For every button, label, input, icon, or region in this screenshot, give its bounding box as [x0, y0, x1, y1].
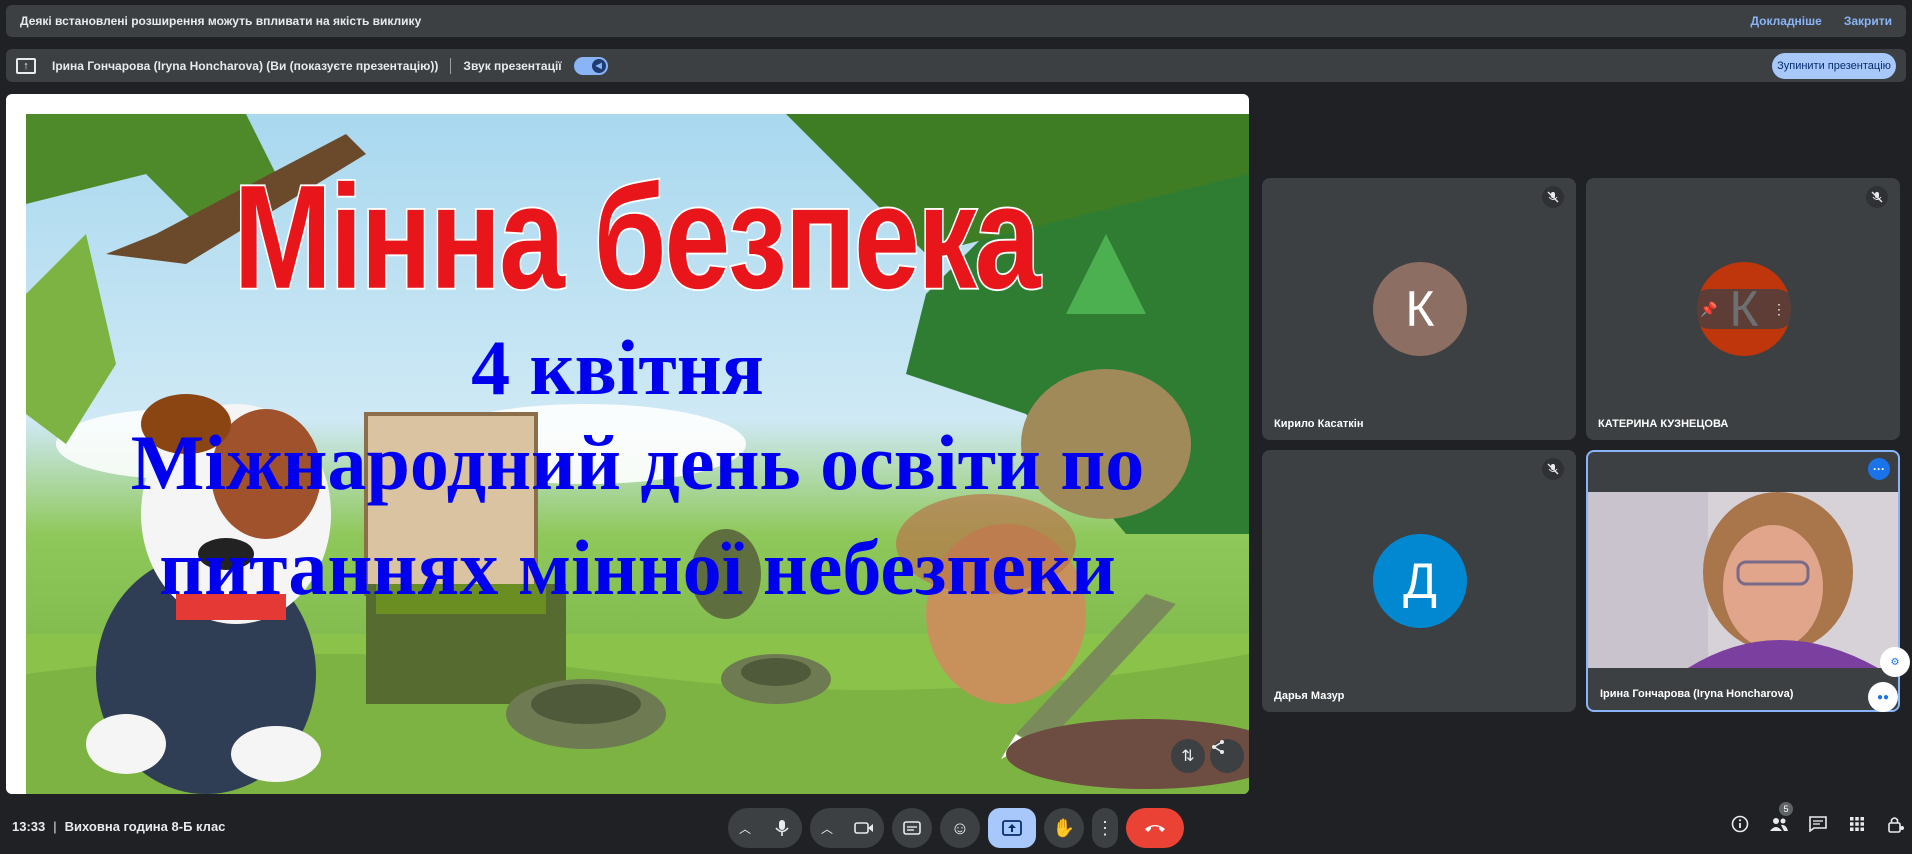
captions-button[interactable]: [892, 808, 932, 848]
avatar: К: [1373, 262, 1467, 356]
apps-grid-icon: [1850, 817, 1864, 831]
more-options-icon[interactable]: ⋮: [1772, 301, 1786, 318]
host-controls-button[interactable]: [1886, 814, 1906, 834]
meeting-info: 13:33 | Виховна година 8-Б клас: [12, 819, 225, 834]
camera-icon: [854, 822, 873, 834]
camera-button[interactable]: [844, 808, 884, 848]
meeting-title: Виховна година 8-Б клас: [64, 819, 226, 834]
camera-control-group: ︿: [810, 808, 884, 848]
reactions-button[interactable]: ☺: [940, 808, 980, 848]
participant-tile[interactable]: К 📌 ⋮ КАТЕРИНА КУЗНЕЦОВА: [1586, 178, 1900, 440]
presentation-sound-label: Звук презентації: [463, 58, 562, 73]
divider: [450, 57, 452, 74]
video-options-chevron[interactable]: ︿: [810, 820, 844, 837]
participant-name: КАТЕРИНА КУЗНЕЦОВА: [1598, 418, 1729, 430]
hang-up-icon: [1145, 825, 1165, 832]
participants-count-badge: 5: [1779, 802, 1793, 816]
mic-off-icon: [1542, 458, 1564, 480]
participant-tile-self[interactable]: ··· Ірина Гончарова (Iryna Honcharova): [1586, 450, 1900, 712]
speaker-icon: ◀: [591, 58, 606, 73]
participant-name: Кирило Касаткін: [1274, 418, 1364, 430]
audio-options-chevron[interactable]: ︿: [728, 820, 762, 837]
emoji-icon: ☺: [950, 817, 970, 838]
extension-chip[interactable]: ⚙: [1880, 647, 1910, 677]
current-time: 13:33: [12, 819, 46, 834]
more-vert-icon: ⋮: [1096, 817, 1114, 838]
slide-subtitle-line-1: Міжнародний день освіти по: [130, 419, 1145, 506]
avatar: Д: [1373, 534, 1467, 628]
more-options-button[interactable]: ⋮: [1092, 808, 1118, 848]
present-now-button[interactable]: [988, 808, 1036, 848]
call-controls: ︿ ︿ ☺ ✋ ⋮: [728, 808, 1184, 848]
side-panel-controls: 5: [1730, 802, 1906, 834]
tile-hover-controls: 📌 ⋮: [1690, 289, 1796, 329]
people-button[interactable]: 5: [1769, 802, 1793, 834]
self-video: [1588, 492, 1898, 668]
share-icon: [1212, 740, 1224, 754]
mic-off-icon: [1542, 186, 1564, 208]
participant-name: Ірина Гончарова (Iryna Honcharova): [1600, 688, 1794, 700]
raise-hand-button[interactable]: ✋: [1044, 808, 1084, 848]
mic-off-icon: [1866, 186, 1888, 208]
details-link[interactable]: Докладніше: [1750, 14, 1821, 28]
captions-icon: [903, 821, 921, 835]
extension-chip-2[interactable]: ●●: [1868, 682, 1898, 712]
bottom-toolbar: 13:33 | Виховна година 8-Б клас ︿ ︿ ☺ ✋ …: [0, 802, 1912, 854]
chat-button[interactable]: [1808, 814, 1828, 834]
meet-window: Деякі встановлені розширення можуть впли…: [0, 0, 1912, 854]
lock-person-icon: [1888, 817, 1904, 833]
presentation-slide: Мінна безпека 4 квітня Міжнародний день …: [26, 114, 1249, 794]
swap-layout-button[interactable]: ⇅: [1171, 739, 1205, 773]
people-icon: [1770, 818, 1788, 831]
presenting-bar: ↑ Ірина Гончарова (Iryna Honcharova) (Ви…: [6, 49, 1906, 82]
more-options-icon[interactable]: ···: [1868, 458, 1890, 480]
hand-icon: ✋: [1052, 817, 1076, 838]
presenter-label: Ірина Гончарова (Iryna Honcharova) (Ви (…: [52, 58, 439, 73]
stop-presenting-button[interactable]: Зупинити презентацію: [1772, 52, 1896, 79]
share-button[interactable]: [1210, 739, 1244, 773]
info-icon: [1731, 815, 1749, 833]
warning-message: Деякі встановлені розширення можуть впли…: [20, 14, 422, 28]
microphone-icon: [775, 820, 789, 836]
mic-control-group: ︿: [728, 808, 802, 848]
leave-call-button[interactable]: [1126, 808, 1184, 848]
participant-tile[interactable]: К Кирило Касаткін: [1262, 178, 1576, 440]
microphone-button[interactable]: [762, 808, 802, 848]
chat-icon: [1809, 816, 1827, 832]
divider: |: [53, 819, 57, 834]
present-screen-icon: [1002, 820, 1022, 836]
activities-button[interactable]: [1847, 814, 1867, 834]
participant-name: Дарья Мазур: [1274, 690, 1345, 702]
slide-title: Мінна безпека: [232, 155, 1042, 321]
slide-date: 4 квітня: [471, 324, 764, 411]
meeting-details-button[interactable]: [1730, 814, 1750, 834]
presentation-sound-toggle[interactable]: ◀: [573, 56, 608, 75]
presentation-area: Мінна безпека 4 квітня Міжнародний день …: [6, 94, 1249, 794]
participant-tile[interactable]: Д Дарья Мазур: [1262, 450, 1576, 712]
close-warning-link[interactable]: Закрити: [1844, 14, 1892, 28]
present-screen-icon: ↑: [16, 57, 36, 74]
extension-warning-bar: Деякі встановлені розширення можуть впли…: [6, 5, 1906, 37]
pin-icon[interactable]: 📌: [1700, 301, 1717, 318]
slide-subtitle-line-2: питаннях мінної небезпеки: [159, 524, 1116, 611]
